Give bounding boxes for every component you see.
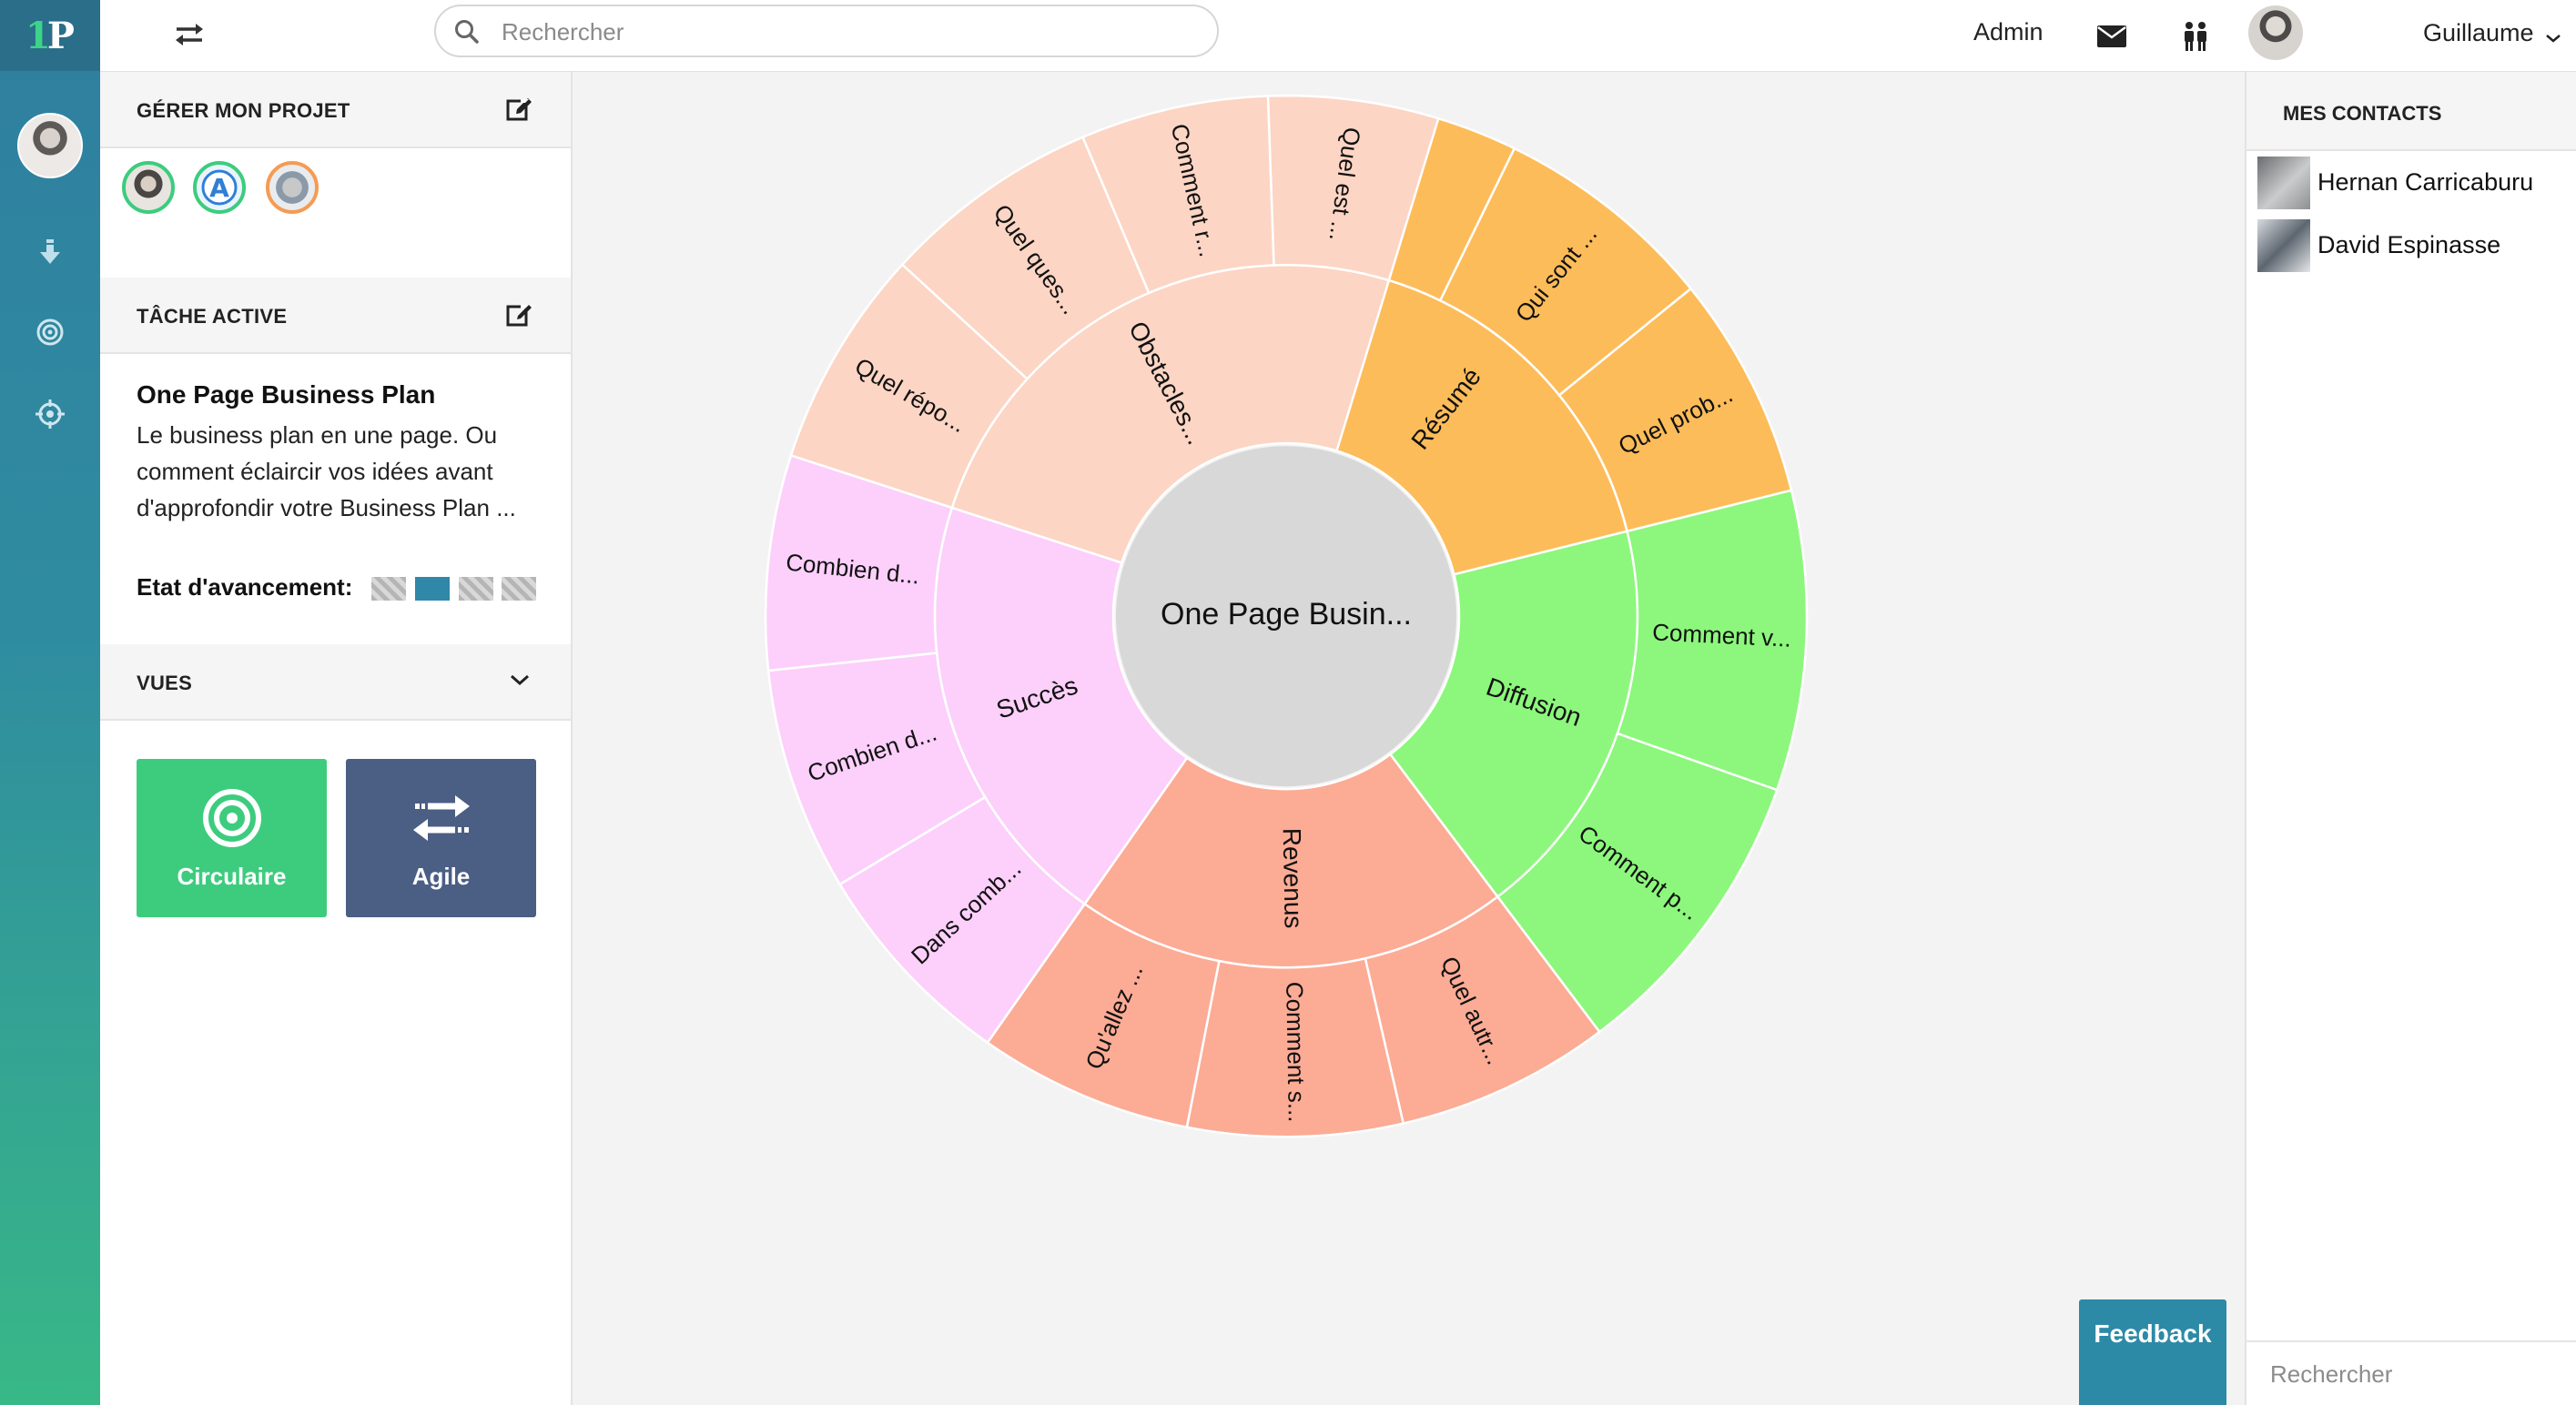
task-section-header: TÂCHE ACTIVE	[100, 278, 571, 354]
edit-project-icon[interactable]	[506, 96, 533, 127]
contact-item[interactable]: David Espinasse	[2257, 219, 2571, 272]
app-logo[interactable]: 1P	[0, 0, 100, 71]
edit-task-icon[interactable]	[506, 301, 533, 333]
project-member-avatar[interactable]	[266, 161, 319, 214]
views-section-header[interactable]: VUES	[100, 644, 571, 721]
progress-step	[371, 577, 406, 601]
contacts-header: MES CONTACTS	[2246, 72, 2576, 151]
contacts-search[interactable]	[2246, 1340, 2576, 1405]
view-circular-button[interactable]: Circulaire	[137, 759, 327, 917]
chevron-down-icon[interactable]	[2540, 20, 2567, 56]
logo-text: 1P	[25, 14, 75, 57]
search-icon	[454, 19, 480, 49]
task-title: One Page Business Plan	[137, 380, 436, 409]
chevron-down-icon[interactable]	[510, 673, 530, 691]
view-agile-label: Agile	[411, 863, 471, 890]
progress-label: Etat d'avancement:	[137, 573, 353, 601]
contact-name: Hernan Carricaburu	[2317, 168, 2534, 196]
contact-avatar	[2257, 219, 2310, 272]
progress-step	[459, 577, 493, 601]
admin-link[interactable]: Admin	[1973, 18, 2044, 46]
target-icon[interactable]	[32, 314, 68, 350]
search-bar[interactable]	[434, 5, 1219, 57]
swap-icon[interactable]	[164, 16, 215, 53]
people-icon[interactable]	[2177, 18, 2214, 55]
task-header-title: TÂCHE ACTIVE	[137, 305, 288, 328]
contacts-search-input[interactable]	[2268, 1355, 2563, 1393]
views-header-title: VUES	[137, 672, 193, 694]
contact-item[interactable]: Hernan Carricaburu	[2257, 157, 2571, 209]
feedback-button[interactable]: Feedback	[2079, 1299, 2226, 1405]
project-member-avatar[interactable]	[122, 161, 175, 214]
top-bar: Admin Guillaume	[100, 0, 2576, 72]
view-agile-button[interactable]: Agile	[346, 759, 536, 917]
view-circular-label: Circulaire	[177, 863, 287, 890]
progress-step	[502, 577, 536, 601]
download-icon[interactable]	[32, 235, 68, 271]
project-header-title: GÉRER MON PROJET	[137, 99, 350, 122]
contacts-header-title: MES CONTACTS	[2283, 102, 2442, 125]
sunburst-leaf-label: Comment s...	[1281, 982, 1311, 1123]
target-icon	[202, 786, 262, 850]
search-input[interactable]	[500, 12, 1195, 52]
left-rail: 1P	[0, 0, 100, 1405]
my-avatar[interactable]	[17, 113, 83, 178]
sunburst-center-label: One Page Busin...	[1161, 597, 1412, 632]
svg-text:A: A	[209, 173, 229, 203]
project-member-avatar[interactable]: A	[193, 161, 246, 214]
swap-icon	[411, 786, 472, 850]
main-canvas: RésuméQu'allez-...Qui sont ...Quel prob.…	[573, 72, 2245, 1405]
sunburst-diagram: RésuméQu'allez-...Qui sont ...Quel prob.…	[764, 94, 1809, 1138]
user-name[interactable]: Guillaume	[2423, 19, 2534, 47]
crosshair-icon[interactable]	[32, 396, 68, 432]
progress-step-active	[415, 577, 450, 601]
project-section-header: GÉRER MON PROJET	[100, 72, 571, 148]
sunburst-section-label: Revenus	[1278, 828, 1308, 929]
mail-icon[interactable]	[2094, 18, 2130, 55]
user-avatar[interactable]	[2248, 5, 2303, 60]
task-description: Le business plan en une page. Ou comment…	[137, 421, 516, 521]
contacts-panel: MES CONTACTS Hernan Carricaburu David Es…	[2245, 72, 2576, 1405]
left-panel: GÉRER MON PROJET A TÂCHE ACTIVE One Page…	[100, 72, 573, 1405]
contact-name: David Espinasse	[2317, 231, 2501, 258]
contact-avatar	[2257, 157, 2310, 209]
